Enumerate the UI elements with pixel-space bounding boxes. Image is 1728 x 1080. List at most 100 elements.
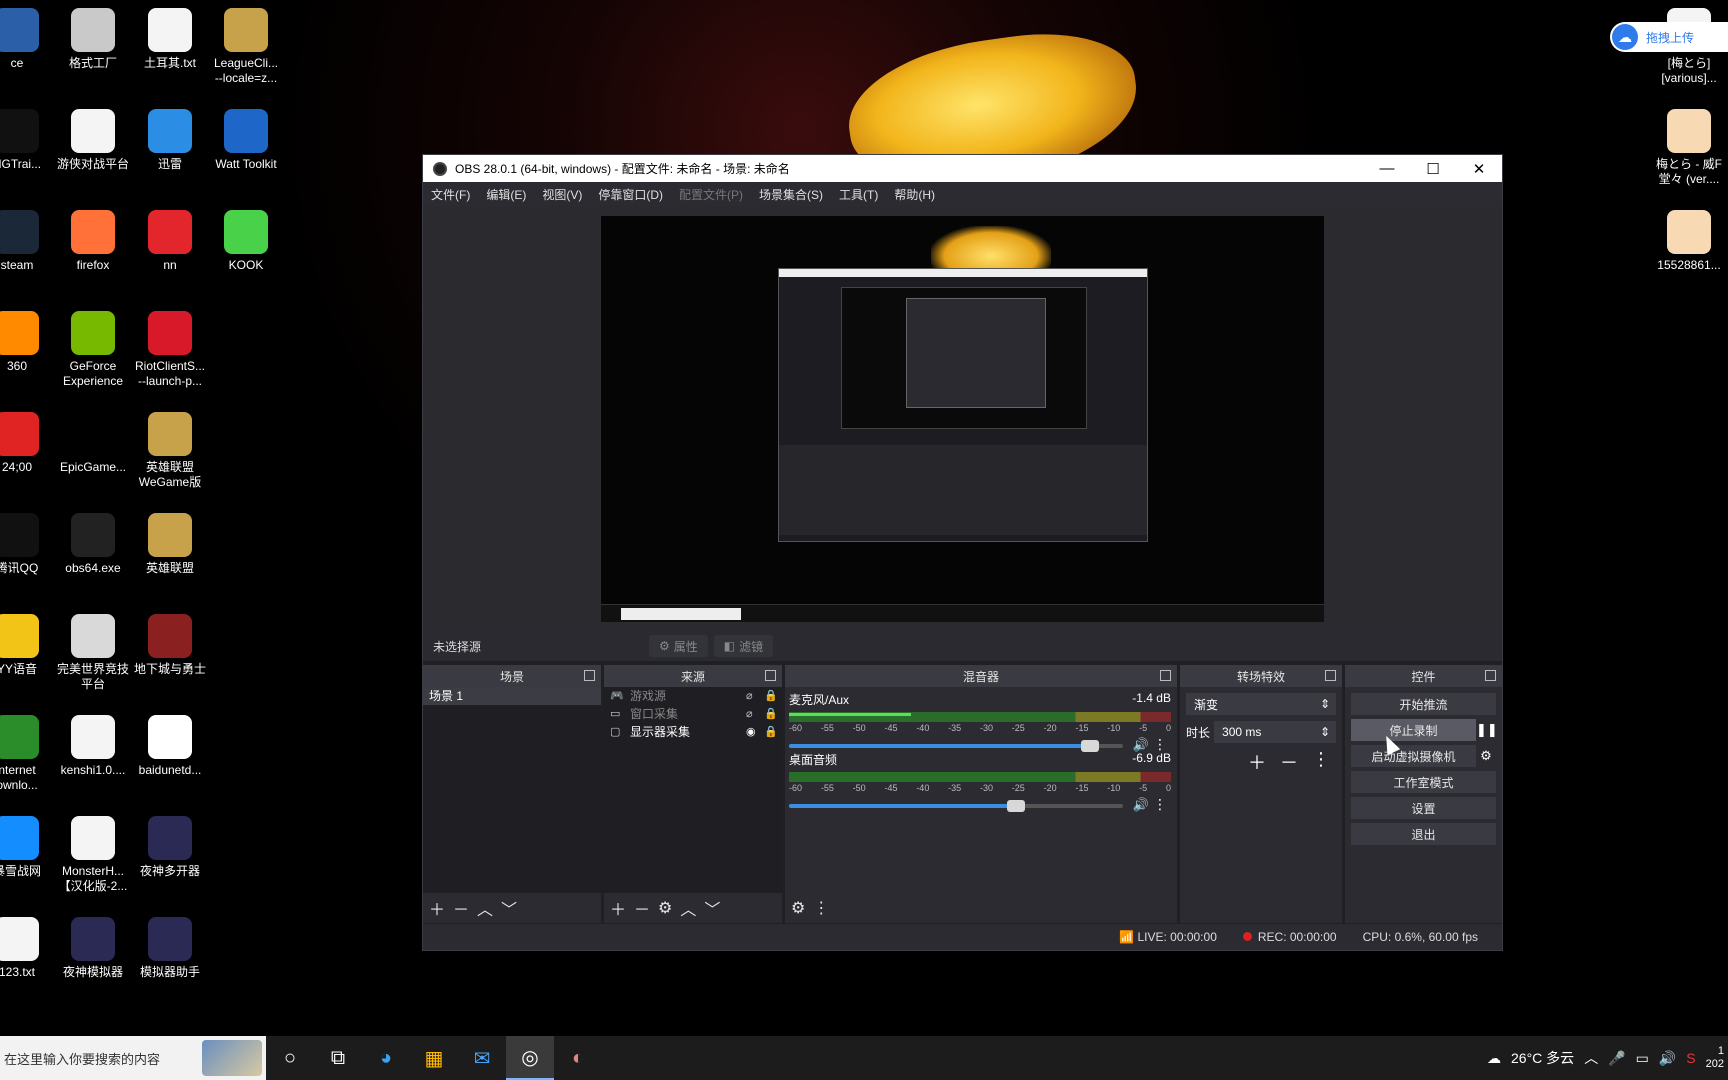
desktop-icon[interactable]: 英雄联盟 WeGame版 bbox=[131, 412, 209, 490]
popout-icon[interactable] bbox=[1325, 670, 1336, 681]
network-icon[interactable]: ▭ bbox=[1636, 1050, 1649, 1067]
desktop-icon[interactable]: Watt Toolkit bbox=[207, 109, 285, 172]
duration-spinbox[interactable]: 300 ms ⇕ bbox=[1214, 721, 1336, 743]
desktop-icon[interactable]: 英雄联盟 bbox=[131, 513, 209, 576]
desktop-icon[interactable]: 地下城与勇士 bbox=[131, 614, 209, 677]
properties-button[interactable]: ⚙ 属性 bbox=[649, 635, 708, 657]
more-options-icon[interactable]: ⋮ bbox=[813, 898, 829, 918]
desktop-icon[interactable]: 暴雪战网 bbox=[0, 816, 56, 879]
slider-handle[interactable] bbox=[1007, 800, 1026, 812]
spin-arrows-icon[interactable]: ⇕ bbox=[1320, 725, 1330, 739]
popout-icon[interactable] bbox=[1160, 670, 1171, 681]
start-streaming-button[interactable]: 开始推流 bbox=[1351, 693, 1496, 715]
move-up-icon[interactable]: ︿ bbox=[477, 896, 493, 920]
popout-icon[interactable] bbox=[1485, 670, 1496, 681]
close-button[interactable]: ✕ bbox=[1456, 160, 1502, 178]
taskbar-search-box[interactable]: 在这里输入你要搜索的内容 bbox=[0, 1036, 266, 1080]
more-options-icon[interactable]: ⋮ bbox=[1153, 796, 1167, 813]
desktop-icon[interactable]: kenshi1.0.... bbox=[54, 715, 132, 778]
stop-recording-button[interactable]: 停止录制 bbox=[1351, 719, 1476, 741]
weather-text[interactable]: 26°C 多云 bbox=[1511, 1048, 1574, 1068]
lock-icon[interactable]: 🔒 bbox=[764, 705, 782, 723]
menu-item[interactable]: 停靠窗口(D) bbox=[598, 186, 663, 203]
desktop-icon[interactable]: 夜神多开器 bbox=[131, 816, 209, 879]
desktop-icon[interactable]: 迅雷 bbox=[131, 109, 209, 172]
clock[interactable]: 1 202 bbox=[1706, 1045, 1724, 1071]
edge-icon[interactable]: ◕ bbox=[362, 1036, 410, 1080]
gear-icon[interactable]: ⚙ bbox=[1476, 748, 1496, 764]
start-virtual-camera-button[interactable]: 启动虚拟摄像机 bbox=[1351, 745, 1476, 767]
add-icon[interactable]: ＋ bbox=[429, 896, 445, 920]
obs-taskbar-icon[interactable]: ◎ bbox=[506, 1036, 554, 1080]
desktop-icon[interactable]: MonsterH... 【汉化版-2... bbox=[54, 816, 132, 894]
source-item[interactable]: ▭ 窗口采集 ⌀ 🔒 bbox=[604, 705, 782, 723]
pause-icon[interactable]: ❚❚ bbox=[1476, 722, 1498, 738]
desktop-icon[interactable]: 夜神模拟器 bbox=[54, 917, 132, 980]
desktop-icon[interactable]: YY语音 bbox=[0, 614, 56, 677]
menu-item[interactable]: 编辑(E) bbox=[486, 186, 526, 203]
remove-icon[interactable]: － bbox=[453, 896, 469, 920]
move-down-icon[interactable]: ﹀ bbox=[704, 896, 720, 920]
filters-button[interactable]: ◧ 滤镜 bbox=[713, 635, 774, 657]
desktop-icon[interactable]: 24;00 bbox=[0, 412, 56, 475]
avatar-app-icon[interactable]: ◐ bbox=[554, 1036, 602, 1080]
more-options-icon[interactable]: ⋮ bbox=[1312, 749, 1330, 775]
menu-item[interactable]: 文件(F) bbox=[431, 186, 470, 203]
preview-canvas[interactable] bbox=[601, 216, 1324, 622]
scene-item[interactable]: 场景 1 bbox=[423, 687, 601, 705]
desktop-icon[interactable]: baidunetd... bbox=[131, 715, 209, 778]
menu-item[interactable]: 场景集合(S) bbox=[759, 186, 823, 203]
microphone-icon[interactable]: 🎤 bbox=[1608, 1050, 1625, 1067]
settings-button[interactable]: 设置 bbox=[1351, 797, 1496, 819]
desktop-icon[interactable]: firefox bbox=[54, 210, 132, 273]
desktop-icon[interactable]: 360 bbox=[0, 311, 56, 374]
desktop-icon[interactable]: ce bbox=[0, 8, 56, 71]
cortana-icon[interactable]: ○ bbox=[266, 1036, 314, 1080]
desktop-icon[interactable]: EpicGame... bbox=[54, 412, 132, 475]
source-item[interactable]: 🎮 游戏源 ⌀ 🔒 bbox=[604, 687, 782, 705]
remove-icon[interactable]: － bbox=[1280, 749, 1298, 775]
popout-icon[interactable] bbox=[765, 670, 776, 681]
add-icon[interactable]: ＋ bbox=[610, 896, 626, 920]
minimize-button[interactable]: — bbox=[1364, 160, 1410, 177]
advanced-audio-icon[interactable]: ⚙ bbox=[791, 898, 805, 918]
title-bar[interactable]: OBS 28.0.1 (64-bit, windows) - 配置文件: 未命名… bbox=[423, 155, 1502, 182]
volume-icon[interactable]: 🔊 bbox=[1659, 1050, 1676, 1067]
speaker-icon[interactable]: 🔊 bbox=[1133, 797, 1149, 813]
transition-select[interactable]: 渐变 ⇕ bbox=[1186, 693, 1336, 715]
menu-item[interactable]: 工具(T) bbox=[839, 186, 878, 203]
store-icon[interactable]: ▦ bbox=[410, 1036, 458, 1080]
source-item[interactable]: ▢ 显示器采集 ◉ 🔒 bbox=[604, 723, 782, 741]
maximize-button[interactable]: ☐ bbox=[1410, 160, 1456, 178]
add-icon[interactable]: ＋ bbox=[1248, 749, 1266, 775]
eye-hidden-icon[interactable]: ⌀ bbox=[746, 687, 764, 705]
baidu-upload-widget[interactable]: ☁ 拖拽上传 bbox=[1610, 22, 1728, 52]
lock-icon[interactable]: 🔒 bbox=[764, 687, 782, 705]
desktop-icon[interactable]: nn bbox=[131, 210, 209, 273]
desktop-icon[interactable]: 模拟器助手 bbox=[131, 917, 209, 980]
desktop-icon[interactable]: 游侠对战平台 bbox=[54, 109, 132, 172]
eye-icon[interactable]: ◉ bbox=[746, 723, 764, 741]
remove-icon[interactable]: － bbox=[634, 896, 650, 920]
move-up-icon[interactable]: ︿ bbox=[680, 896, 696, 920]
menu-item[interactable]: 视图(V) bbox=[542, 186, 582, 203]
desktop-icon[interactable]: 完美世界竞技 平台 bbox=[54, 614, 132, 692]
desktop-icon[interactable]: LeagueCli... --locale=z... bbox=[207, 8, 285, 86]
exit-button[interactable]: 退出 bbox=[1351, 823, 1496, 845]
ime-icon[interactable]: S bbox=[1686, 1050, 1695, 1066]
desktop-icon[interactable]: 123.txt bbox=[0, 917, 56, 980]
desktop-icon[interactable]: obs64.exe bbox=[54, 513, 132, 576]
desktop-icon[interactable]: NGTrai... bbox=[0, 109, 56, 172]
desktop-icon[interactable]: 腾讯QQ bbox=[0, 513, 56, 576]
desktop-icon[interactable]: steam bbox=[0, 210, 56, 273]
task-view-icon[interactable]: ⧉ bbox=[314, 1036, 362, 1080]
gear-icon[interactable]: ⚙ bbox=[658, 898, 672, 918]
popout-icon[interactable] bbox=[584, 670, 595, 681]
desktop-icon[interactable]: 格式工厂 bbox=[54, 8, 132, 71]
mail-icon[interactable]: ✉ bbox=[458, 1036, 506, 1080]
lock-icon[interactable]: 🔒 bbox=[764, 723, 782, 741]
volume-slider[interactable]: 🔊 ⋮ bbox=[789, 796, 1171, 813]
desktop-icon[interactable]: 土耳其.txt bbox=[131, 8, 209, 71]
menu-item[interactable]: 帮助(H) bbox=[894, 186, 935, 203]
desktop-icon[interactable]: 梅とら - 威F 堂々 (ver.... bbox=[1650, 109, 1728, 187]
